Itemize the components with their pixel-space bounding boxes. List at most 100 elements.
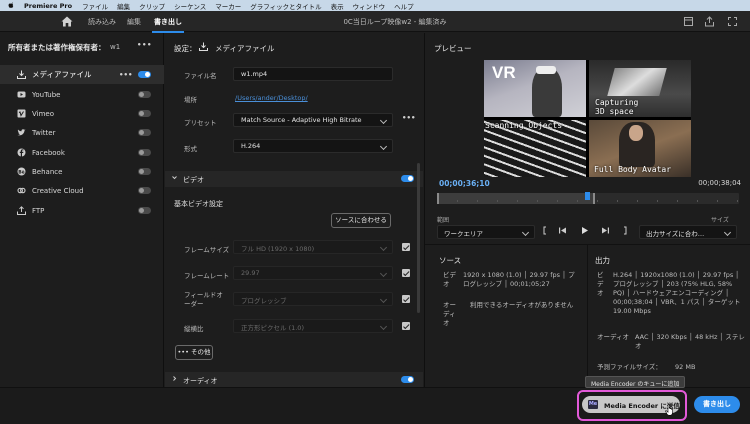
step-back-icon[interactable] [558,226,567,235]
step-forward-icon[interactable] [601,226,610,235]
destination-youtube[interactable]: YouTube [0,85,164,104]
work-area-region [437,193,595,204]
chevron-down-icon [172,176,177,180]
creative-cloud-icon [17,187,26,194]
settings-panel: 設定： メディアファイル ファイル名 w1.mp4 場所 /Users/ande… [165,33,423,387]
destination-behance[interactable]: Bē Behance [0,162,164,181]
audio-section-header[interactable]: オーディオ [165,372,423,387]
destination-toggle[interactable] [138,149,151,156]
chevron-right-icon [173,376,177,381]
share-icon[interactable] [704,16,715,27]
aspect-checkbox[interactable] [402,322,410,330]
output-audio-key: オーディオ [597,333,630,341]
audio-section-label: オーディオ [183,377,218,385]
menu-file[interactable]: ファイル [82,1,108,11]
source-audio-value: 利用できるオーディオがありません [470,301,574,309]
output-title: 出力 [595,256,610,265]
destination-toggle[interactable] [138,110,151,117]
location-link[interactable]: /Users/ander/Desktop/ [235,94,308,102]
menu-window[interactable]: ウィンドウ [353,1,386,11]
face-shape [629,125,643,141]
more-settings-button[interactable]: ••• その他 [175,345,213,360]
out-point-handle[interactable] [593,193,595,204]
owner-label: 所有者または著作権保有者： [8,43,106,52]
destination-label: Twitter [32,128,56,137]
media-encoder-icon: Me [588,400,598,409]
range-select[interactable]: ワークエリア [437,225,535,239]
document-title: 0C当日ループ映像w2 - 編集済み [343,18,447,26]
app-menu[interactable]: Premiere Pro [24,2,72,10]
source-title: ソース [439,256,462,265]
preview-quadrant-vr: VR [484,60,586,117]
field-order-checkbox[interactable] [402,295,410,303]
destination-toggle[interactable] [138,168,151,175]
destination-toggle[interactable] [138,187,151,194]
export-button[interactable]: 書き出し [694,396,740,413]
person-silhouette [532,68,562,117]
filename-input[interactable]: w1.mp4 [233,67,393,81]
preset-more-button[interactable]: ••• [402,114,415,122]
preview-quadrant-avatar: Full Body Avatar [589,120,691,177]
destination-twitter[interactable]: Twitter [0,123,164,142]
current-timecode[interactable]: 00;00;36;10 [439,179,490,188]
menu-help[interactable]: ヘルプ [394,1,414,11]
size-select[interactable]: 出力サイズに合わ… [639,225,737,239]
format-select[interactable]: H.264 [233,139,393,153]
timeline-scrubber[interactable] [437,192,739,204]
in-point-handle[interactable] [437,193,439,204]
frame-size-select[interactable]: フル HD (1920 x 1080) [233,240,393,254]
frame-rate-checkbox[interactable] [402,269,410,277]
destination-more-button[interactable]: ••• [119,71,132,79]
menu-clip[interactable]: クリップ [139,1,165,11]
settings-scrollbar[interactable] [417,163,420,313]
video-toggle[interactable] [401,175,414,182]
owner-value: w1 [110,43,121,51]
menu-sequence[interactable]: シーケンス [174,1,206,11]
ftp-icon [17,206,26,215]
play-icon[interactable] [580,226,589,235]
menu-graphics[interactable]: グラフィックとタイトル [250,1,321,11]
media-file-icon [17,70,26,79]
size-label: サイズ [711,217,729,224]
workspace-icon[interactable] [683,16,694,27]
output-video-value: H.264 │ 1920x1080 (1.0) │ 29.97 fps │ プロ… [613,271,741,315]
mark-in-icon[interactable] [541,226,550,235]
vimeo-icon [17,109,26,118]
preview-panel: プレビュー VR Capturing 3D space Scanning Obj… [424,33,750,387]
destination-facebook[interactable]: Facebook [0,143,164,162]
menu-view[interactable]: 表示 [331,1,344,11]
destination-creative-cloud[interactable]: Creative Cloud [0,181,164,200]
source-video-key: ビデオ [443,271,456,288]
frame-size-checkbox[interactable] [402,243,410,251]
destination-toggle[interactable] [138,129,151,136]
settings-header-value: メディアファイル [215,44,275,53]
info-vertical-divider [587,245,588,387]
destination-label: Vimeo [32,109,54,118]
source-video-value: 1920 x 1080 (1.0) │ 29.97 fps │ プログレッシブ … [463,271,575,288]
apple-icon[interactable] [8,2,14,9]
preset-select[interactable]: Match Source - Adaptive High Bitrate [233,113,393,127]
mark-out-icon[interactable] [620,226,629,235]
app-header: 読み込み 編集 書き出し 0C当日ループ映像w2 - 編集済み [0,11,750,33]
menu-edit[interactable]: 編集 [117,1,130,11]
destination-ftp[interactable]: FTP [0,201,164,220]
frame-rate-select[interactable]: 29.97 [233,266,393,280]
destination-toggle[interactable] [138,207,151,214]
destination-vimeo[interactable]: Vimeo [0,104,164,123]
destination-media-file[interactable]: メディアファイル ••• [0,65,164,84]
destination-toggle[interactable] [138,91,151,98]
svg-text:Bē: Bē [18,169,24,175]
3d-space-shape [607,68,667,96]
owner-more-button[interactable]: ••• [137,41,151,49]
playhead[interactable] [585,192,590,200]
fullscreen-icon[interactable] [727,16,738,27]
location-label: 場所 [184,96,197,104]
aspect-select[interactable]: 正方形ピクセル (1.0) [233,319,393,333]
audio-toggle[interactable] [401,376,414,383]
video-section-header[interactable]: ビデオ [165,171,423,187]
quadrant-text-avatar: Full Body Avatar [594,165,672,174]
match-source-button[interactable]: ソースに合わせる [331,213,391,228]
destination-toggle[interactable] [138,71,151,78]
field-order-select[interactable]: プログレッシブ [233,292,393,306]
menu-marker[interactable]: マーカー [215,1,241,11]
